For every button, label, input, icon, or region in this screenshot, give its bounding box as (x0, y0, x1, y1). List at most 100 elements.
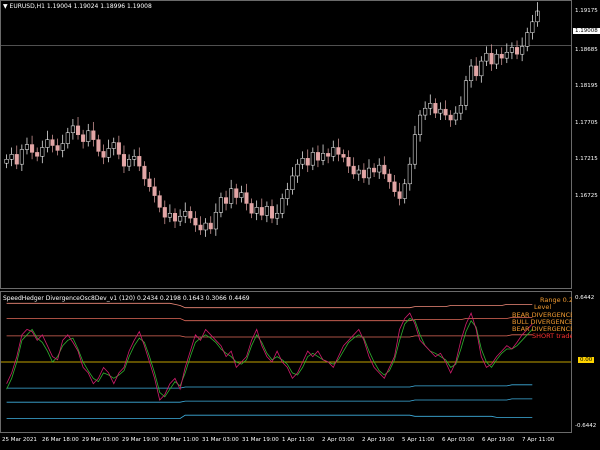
candle-bull (45, 139, 50, 148)
zero-level-label: 0.00 (578, 357, 595, 363)
time-axis[interactable]: 25 Mar 2021 26 Mar 18:00 29 Mar 03:00 29 Ma… (0, 435, 572, 450)
time-tick: 30 Mar 11:00 (162, 437, 199, 443)
time-tick: 26 Mar 18:00 (42, 437, 79, 443)
candle-bear (137, 156, 142, 167)
candle-bear (81, 134, 86, 142)
candle-bear (305, 158, 310, 166)
candle-bear (116, 142, 121, 155)
candle-bull (504, 52, 509, 59)
candle-bear (341, 154, 346, 158)
legend-short-trade-text: SHORT trade (532, 332, 574, 340)
candle-bear (91, 130, 96, 140)
candle-bear (397, 191, 402, 199)
candle-bear (315, 152, 320, 161)
price-tick: 1.18195 (575, 83, 598, 89)
indicator-tick: 0.6442 (575, 295, 595, 301)
candle-bull (254, 207, 259, 214)
candle-bear (326, 153, 331, 157)
candle-bear (162, 207, 167, 218)
candle-bull (509, 47, 514, 53)
candle-bear (193, 217, 198, 226)
candle-bull (60, 143, 65, 151)
candle-bear (249, 203, 254, 214)
band-upper-mid (6, 316, 533, 322)
candle-bear (372, 167, 377, 173)
candle-bear (152, 186, 157, 196)
candle-bull (438, 108, 443, 114)
price-tick: 1.17215 (575, 156, 598, 162)
band-upper-low (6, 334, 533, 338)
time-tick: 31 Mar 03:00 (202, 437, 239, 443)
candle-bull (321, 153, 326, 161)
candle-bull (520, 46, 525, 55)
price-tick: 1.16725 (575, 193, 598, 199)
candle-bear (474, 65, 479, 77)
candle-bear (157, 195, 162, 208)
candle-bull (458, 105, 463, 114)
candle-bull (4, 159, 9, 164)
candle-bear (55, 145, 60, 151)
candle-bull (280, 198, 285, 214)
oscillator-slow-line (6, 318, 533, 398)
candle-bear (382, 164, 387, 175)
time-tick: 2 Apr 19:00 (362, 437, 395, 443)
candle-bull (402, 183, 407, 199)
candle-bear (259, 207, 264, 216)
time-tick: 2 Apr 03:00 (322, 437, 355, 443)
candle-bear (387, 173, 392, 183)
candle-bear (392, 181, 397, 192)
candle-bear (30, 144, 35, 153)
current-price-label: 1.19008 (573, 28, 600, 34)
time-tick: 6 Apr 19:00 (482, 437, 515, 443)
price-tick: 1.18685 (575, 47, 598, 53)
candle-bull (377, 164, 382, 173)
band-lower-2 (6, 398, 533, 403)
time-tick: 1 Apr 11:00 (282, 437, 315, 443)
candle-bull (218, 197, 223, 213)
candle-bull (239, 192, 244, 198)
candle-bull (412, 134, 417, 165)
candle-bear (499, 53, 504, 59)
chart-title-text: EURUSD,H1 1.19004 1.19024 1.18996 1.1900… (9, 3, 152, 10)
candle-bull (213, 212, 218, 230)
candle-bear (489, 52, 494, 65)
band-lower-3 (6, 414, 533, 419)
candle-bear (75, 125, 81, 135)
price-scale[interactable]: 1.19175 1.19008 1.18685 1.18195 1.17705 … (572, 0, 600, 289)
price-tick: 1.17705 (575, 120, 598, 126)
candle-bull (65, 132, 70, 144)
candle-bull (479, 60, 484, 77)
candle-bull (290, 175, 295, 190)
candle-bull (463, 80, 469, 106)
candle-bear (35, 152, 40, 157)
candle-bear (351, 165, 356, 175)
candle-bear (50, 139, 55, 146)
candle-bull (275, 213, 280, 219)
candle-bear (147, 178, 152, 188)
candle-bear (142, 165, 147, 180)
candle-bull (24, 144, 30, 150)
candle-bull (19, 149, 24, 165)
candle-bear (198, 224, 203, 231)
band-lower-1 (6, 384, 533, 389)
candle-bull (310, 152, 315, 166)
candle-bull (9, 154, 14, 160)
candle-bull (300, 158, 305, 165)
candle-bear (443, 108, 448, 116)
candle-bull (178, 215, 183, 222)
candle-bull (285, 189, 290, 199)
candle-bull (356, 169, 361, 175)
candle-bull (132, 156, 137, 160)
candle-bull (407, 163, 412, 185)
candle-bull (530, 21, 535, 33)
candle-bull (229, 188, 234, 204)
candle-bear (448, 114, 453, 121)
candle-bear (208, 222, 213, 230)
candle-bull (183, 211, 188, 217)
candle-bull (70, 125, 75, 134)
time-tick: 7 Apr 11:00 (522, 437, 555, 443)
candle-bear (433, 103, 438, 114)
candle-bear (361, 169, 366, 179)
candle-bear (14, 154, 19, 165)
candle-bear (172, 213, 178, 222)
